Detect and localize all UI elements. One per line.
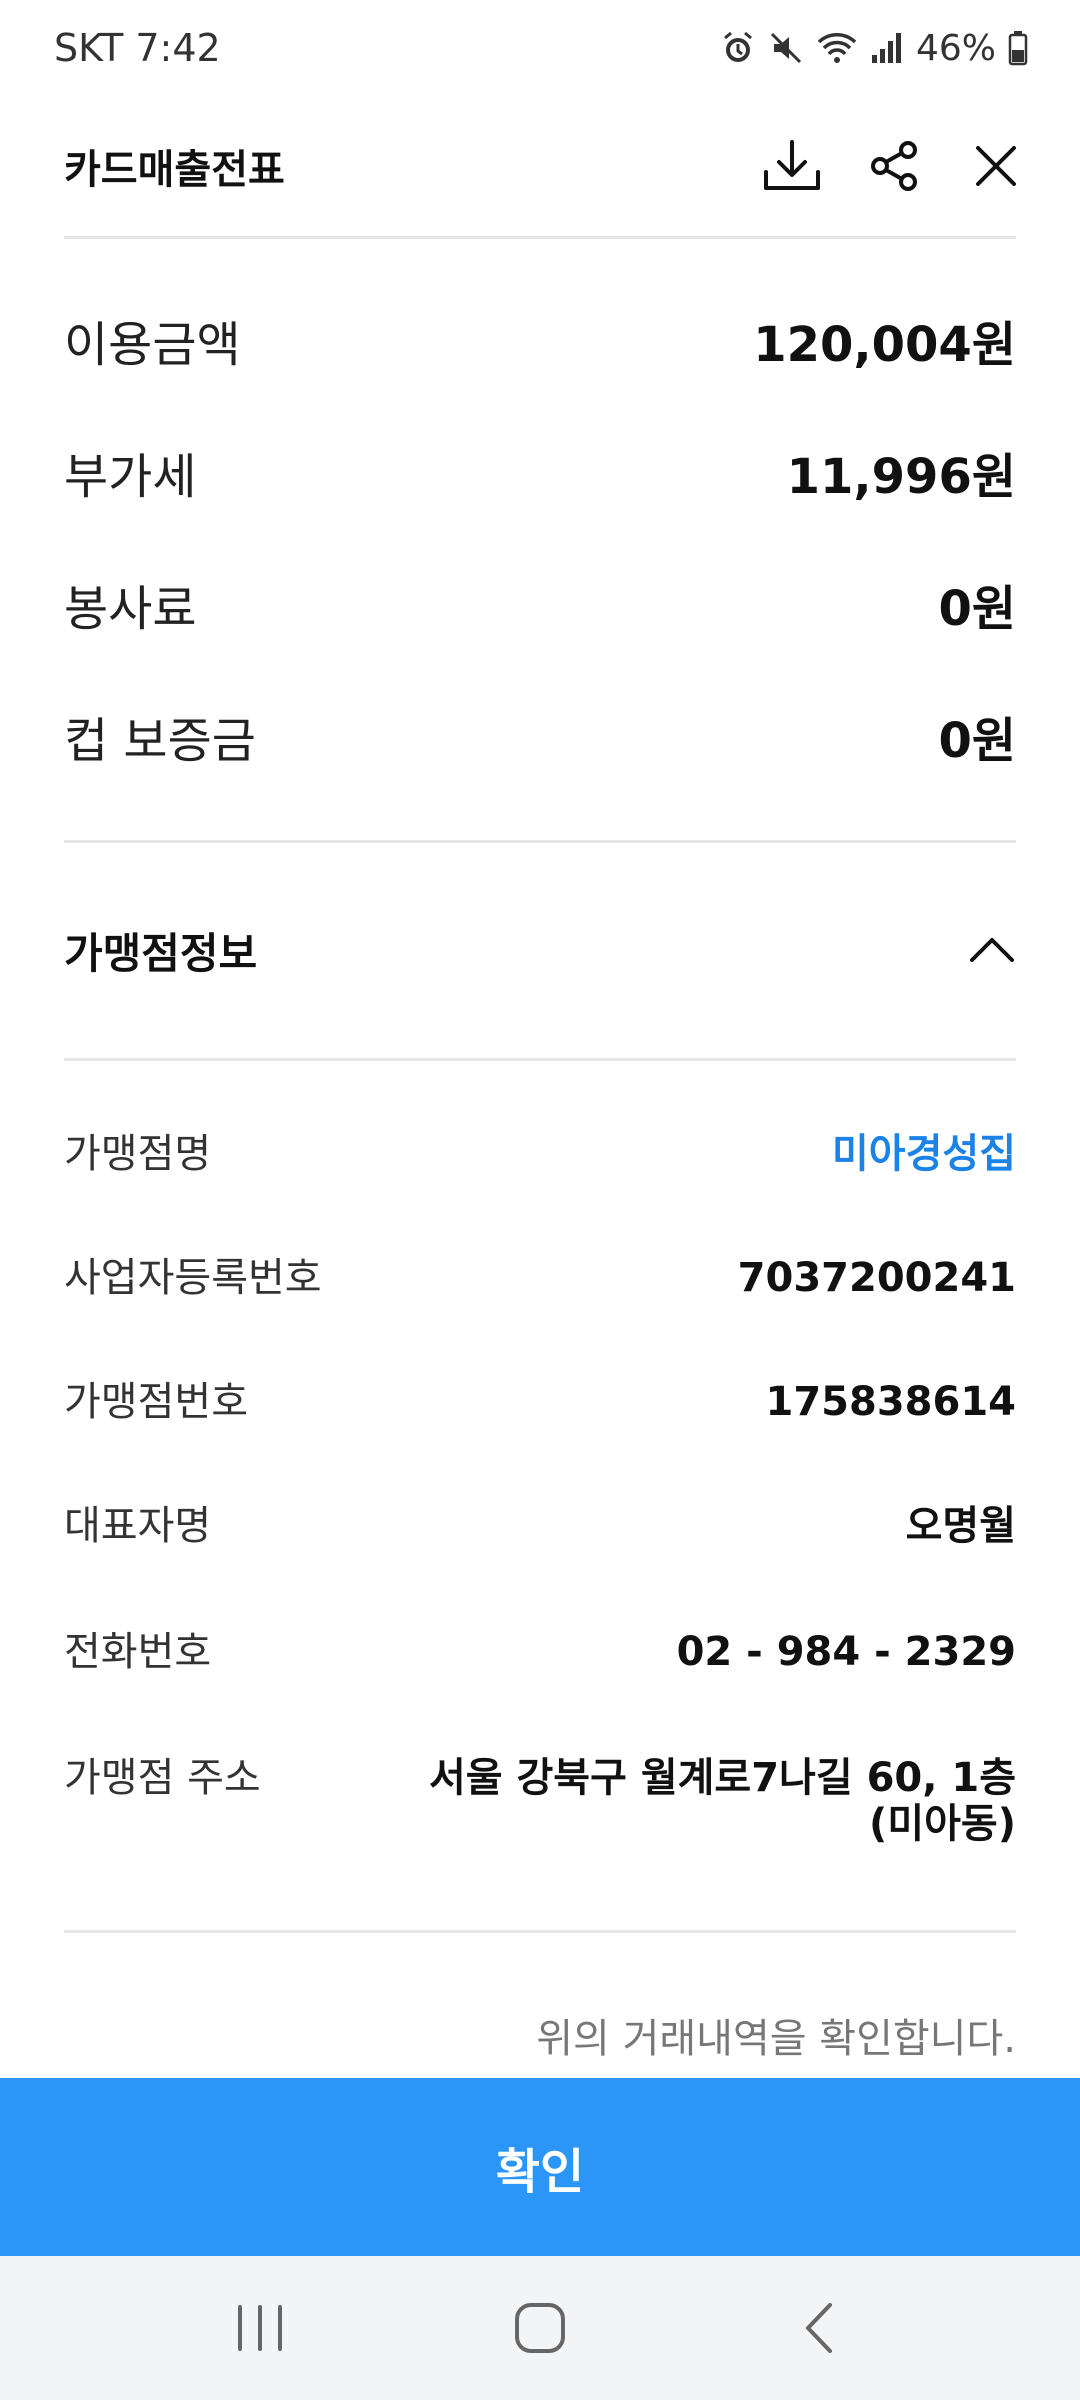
home-button[interactable]	[480, 2278, 600, 2378]
amount-row-cup-deposit: 컵 보증금 0원	[64, 696, 1016, 776]
amount-row-vat: 부가세 11,996원	[64, 432, 1016, 512]
carrier-time: SKT 7:42	[54, 26, 221, 70]
phone-number[interactable]: 02 - 984 - 2329	[677, 1622, 1016, 1675]
battery-icon	[1008, 30, 1028, 66]
divider	[64, 1058, 1016, 1061]
divider	[64, 1930, 1016, 1933]
status-icons: 46%	[720, 28, 1028, 69]
merchant-number-row: 가맹점번호 175838614	[64, 1372, 1016, 1432]
recent-apps-button[interactable]	[200, 2278, 320, 2378]
business-number-row: 사업자등록번호 7037200241	[64, 1248, 1016, 1308]
phone-row: 전화번호 02 - 984 - 2329	[64, 1622, 1016, 1682]
info-value: 175838614	[765, 1379, 1017, 1425]
mute-icon	[768, 30, 804, 66]
merchant-section-header[interactable]: 가맹점정보	[64, 900, 1016, 1000]
section-title: 가맹점정보	[64, 928, 258, 978]
download-button[interactable]	[760, 134, 824, 198]
info-label: 가맹점번호	[64, 1379, 248, 1425]
amount-row-service-fee: 봉사료 0원	[64, 564, 1016, 644]
info-value: 7037200241	[737, 1255, 1016, 1301]
chevron-up-icon[interactable]	[968, 932, 1016, 968]
back-button[interactable]	[760, 2278, 880, 2378]
amount-label: 컵 보증금	[64, 713, 256, 769]
info-value: 오명월	[905, 1503, 1016, 1549]
status-bar: SKT 7:42 46%	[0, 0, 1080, 96]
address-row: 가맹점 주소 서울 강북구 월계로7나길 60, 1층 (미아동)	[64, 1748, 1016, 1847]
header-actions	[760, 134, 1028, 198]
close-icon	[976, 146, 1016, 186]
receipt-screen: SKT 7:42 46% 카드매출전표 이용금액 120,004원 부가세 11…	[0, 0, 1080, 2400]
amount-label: 부가세	[64, 449, 197, 505]
amount-value: 0원	[938, 581, 1016, 637]
info-label: 가맹점명	[64, 1131, 212, 1177]
merchant-name-link[interactable]: 미아경성집	[832, 1124, 1016, 1177]
alarm-icon	[720, 30, 756, 66]
download-icon	[764, 140, 820, 190]
page-title: 카드매출전표	[64, 147, 285, 193]
info-label: 사업자등록번호	[64, 1255, 322, 1301]
share-button[interactable]	[862, 134, 926, 198]
address-value: 서울 강북구 월계로7나길 60, 1층 (미아동)	[428, 1755, 1016, 1847]
header: 카드매출전표	[0, 96, 1080, 236]
amount-value: 0원	[938, 713, 1016, 769]
battery-text: 46%	[915, 27, 996, 69]
navigation-bar	[0, 2256, 1080, 2400]
back-icon	[806, 2303, 832, 2353]
home-icon	[515, 2303, 565, 2353]
confirm-text: 위의 거래내역을 확인합니다.	[536, 2016, 1016, 2062]
amount-label: 봉사료	[64, 581, 197, 637]
recent-apps-icon	[238, 2305, 282, 2351]
representative-row: 대표자명 오명월	[64, 1496, 1016, 1556]
wifi-icon	[816, 30, 858, 66]
signal-icon	[870, 31, 904, 65]
merchant-name-row: 가맹점명 미아경성집	[64, 1124, 1016, 1184]
info-label: 전화번호	[64, 1629, 212, 1675]
divider	[64, 236, 1016, 239]
info-label: 대표자명	[64, 1503, 212, 1549]
amount-value: 120,004원	[753, 317, 1016, 373]
share-icon	[871, 141, 917, 191]
close-button[interactable]	[964, 134, 1028, 198]
info-label: 가맹점 주소	[64, 1755, 261, 1801]
amount-label: 이용금액	[64, 317, 241, 373]
confirm-button[interactable]: 확인	[0, 2078, 1080, 2256]
amount-row-usage: 이용금액 120,004원	[64, 300, 1016, 380]
divider	[64, 840, 1016, 843]
amount-value: 11,996원	[786, 449, 1016, 505]
